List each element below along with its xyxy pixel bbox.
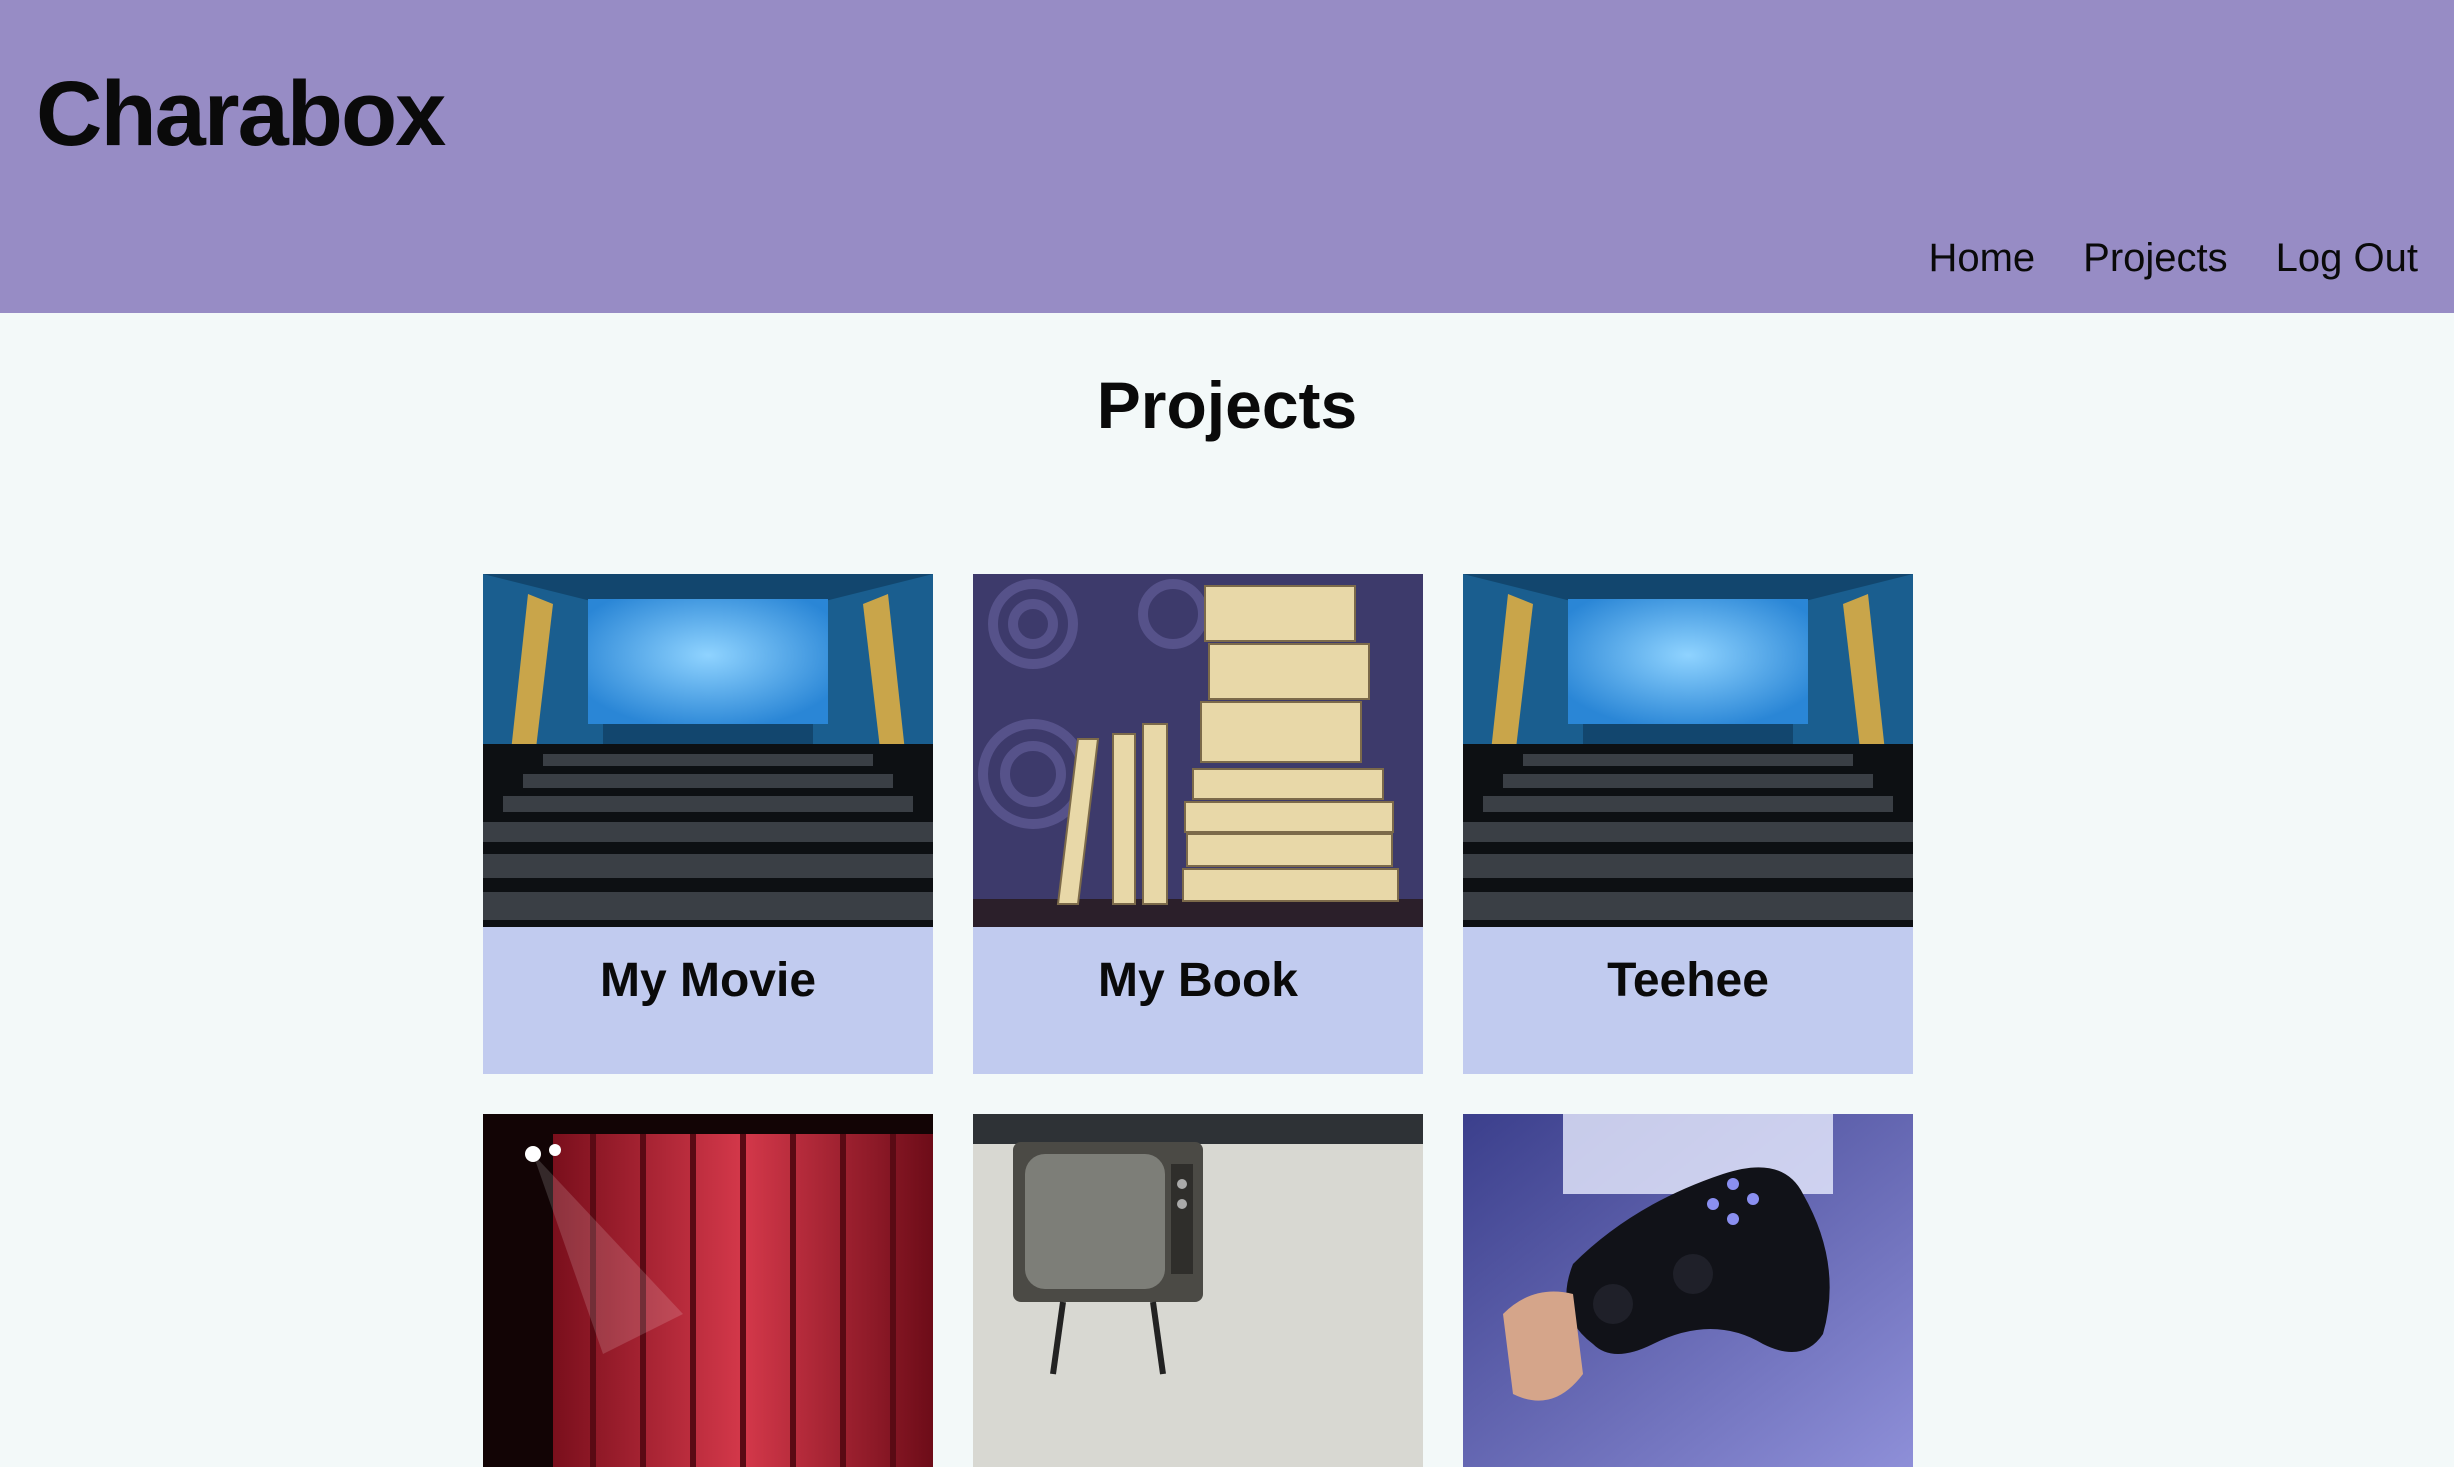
projects-grid: My Movie My Book Teehee (483, 574, 1913, 1467)
cinema-screen-thumbnail (483, 574, 933, 927)
book-stack-thumbnail (973, 574, 1423, 927)
project-card-my-book[interactable]: My Book (973, 574, 1423, 1074)
site-logo[interactable]: Charabox (36, 68, 446, 160)
project-title: Teehee (1607, 954, 1769, 1007)
project-title: My Book (1097, 954, 1298, 1007)
project-card-stage-curtain[interactable] (483, 1114, 933, 1467)
project-card-game-controller[interactable] (1463, 1114, 1913, 1467)
nav-logout-link[interactable]: Log Out (2276, 238, 2418, 278)
project-title: My Movie (599, 954, 817, 1007)
game-controller-thumbnail (1463, 1114, 1913, 1467)
site-header: Charabox Home Projects Log Out (0, 0, 2454, 313)
page-title: Projects (1096, 368, 1358, 442)
nav-home-link[interactable]: Home (1928, 238, 2035, 278)
main-nav: Home Projects Log Out (1928, 238, 2418, 278)
project-card-teehee[interactable]: Teehee (1463, 574, 1913, 1074)
retro-tv-thumbnail (973, 1114, 1423, 1467)
project-card-retro-tv[interactable] (973, 1114, 1423, 1467)
project-card-my-movie[interactable]: My Movie (483, 574, 933, 1074)
cinema-screen-thumbnail (1463, 574, 1913, 927)
red-stage-curtain-thumbnail (483, 1114, 933, 1467)
nav-projects-link[interactable]: Projects (2083, 238, 2228, 278)
